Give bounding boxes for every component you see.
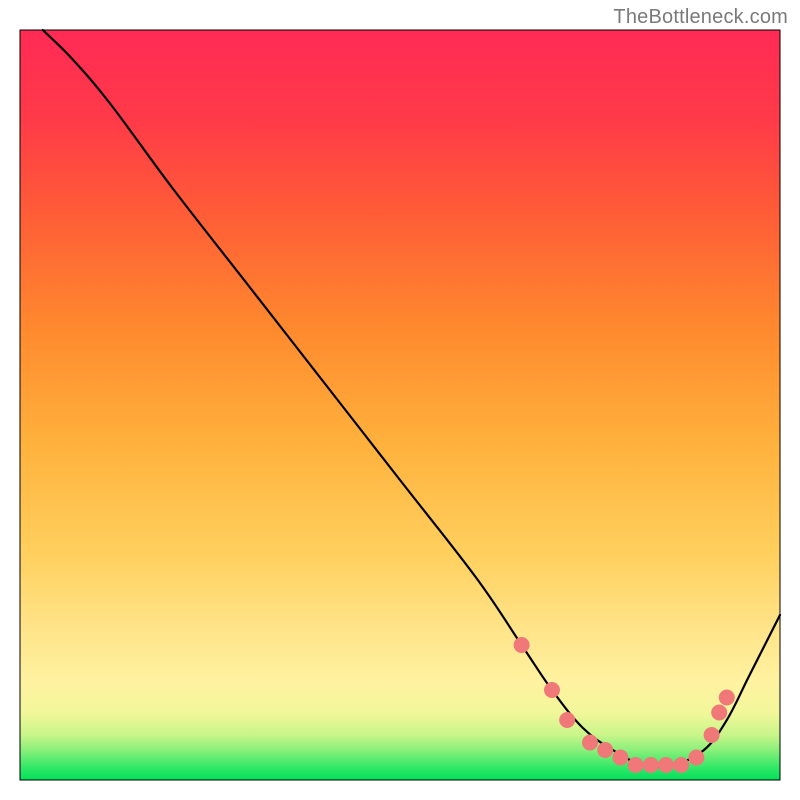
- highlighted-point: [658, 757, 674, 773]
- highlighted-point: [628, 757, 644, 773]
- highlighted-point: [688, 750, 704, 766]
- highlighted-point: [514, 637, 530, 653]
- bottleneck-chart: [0, 0, 800, 800]
- chart-container: TheBottleneck.com: [0, 0, 800, 800]
- highlighted-point: [643, 757, 659, 773]
- highlighted-point: [559, 712, 575, 728]
- highlighted-point: [704, 727, 720, 743]
- highlighted-point: [544, 682, 560, 698]
- highlighted-point: [673, 757, 689, 773]
- highlighted-point: [711, 705, 727, 721]
- watermark-text: TheBottleneck.com: [613, 6, 788, 29]
- highlighted-point: [612, 750, 628, 766]
- highlighted-point: [582, 735, 598, 751]
- highlighted-point: [597, 742, 613, 758]
- highlighted-point: [719, 690, 735, 706]
